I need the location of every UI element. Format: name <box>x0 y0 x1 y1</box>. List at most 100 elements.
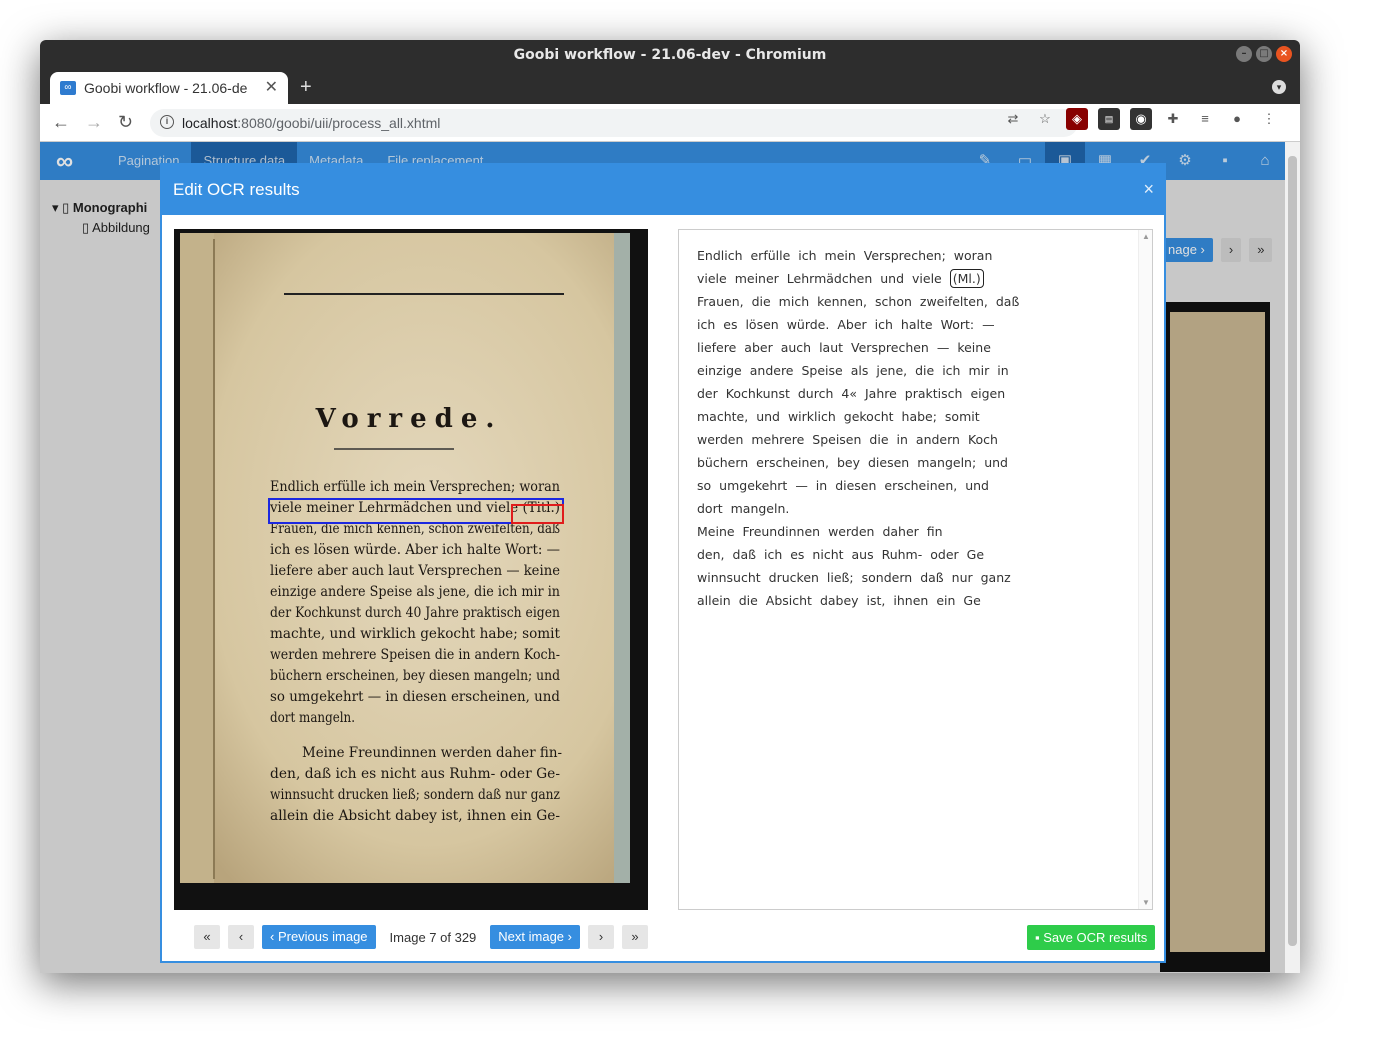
ocr-line[interactable]: der Kochkunst durch 4« Jahre praktisch e… <box>697 382 1005 405</box>
ocr-word[interactable]: somit <box>945 409 980 424</box>
ocr-word[interactable]: ich <box>764 547 782 562</box>
ocr-word[interactable]: winnsucht <box>697 570 761 585</box>
ocr-word[interactable]: viele <box>912 271 942 286</box>
ocr-word[interactable]: gekocht <box>844 409 894 424</box>
ocr-word[interactable]: drucken <box>769 570 819 585</box>
ocr-word[interactable]: halte <box>901 317 933 332</box>
ocr-word[interactable]: woran <box>954 248 993 263</box>
ocr-word[interactable]: in <box>997 363 1008 378</box>
ocr-word[interactable]: — <box>937 340 950 355</box>
window-close-icon[interactable]: × <box>1276 46 1292 62</box>
ocr-word[interactable]: andern <box>916 432 960 447</box>
scroll-up-icon[interactable]: ▲ <box>1142 232 1150 241</box>
address-bar[interactable]: i localhost:8080/goobi/uii/process_all.x… <box>150 109 1078 137</box>
ocr-word[interactable]: und <box>756 409 780 424</box>
ocr-word[interactable]: ein <box>936 593 955 608</box>
ocr-word[interactable]: nicht <box>812 547 843 562</box>
ocr-word[interactable]: ihnen <box>893 593 928 608</box>
tab-search-icon[interactable]: ▾ <box>1272 80 1286 94</box>
ocr-word[interactable]: — <box>982 317 995 332</box>
profile-avatar-icon[interactable]: ● <box>1226 108 1248 130</box>
ocr-word[interactable]: Lehrmädchen <box>787 271 872 286</box>
ocr-word[interactable]: — <box>795 478 808 493</box>
ocr-word[interactable]: jene, <box>876 363 907 378</box>
ocr-word[interactable]: so <box>697 478 711 493</box>
ocr-word[interactable]: Meine <box>697 524 735 539</box>
ocr-word[interactable]: und <box>880 271 904 286</box>
browser-tab[interactable]: ∞ Goobi workflow - 21.06-de ✕ <box>50 72 288 104</box>
new-tab-icon[interactable]: + <box>300 76 312 99</box>
ocr-word[interactable]: Speise <box>801 363 842 378</box>
ocr-line[interactable]: einzige andere Speise als jene, die ich … <box>697 359 1009 382</box>
ocr-word[interactable]: zweifelten, <box>920 294 988 309</box>
ocr-word[interactable]: 4« <box>841 386 857 401</box>
ocr-line[interactable]: Meine Freundinnen werden daher fin <box>697 520 997 543</box>
translate-icon[interactable]: ⇄ <box>1002 108 1024 130</box>
page-scroll-thumb[interactable] <box>1288 156 1297 946</box>
ocr-word[interactable]: keine <box>957 340 991 355</box>
ocr-word[interactable]: Aber <box>837 317 866 332</box>
ocr-word[interactable]: werden <box>697 432 743 447</box>
ocr-word[interactable]: wirklich <box>788 409 836 424</box>
ocr-word[interactable]: und <box>965 478 989 493</box>
ocr-word[interactable]: würde. <box>787 317 830 332</box>
ocr-line[interactable]: machte, und wirklich gekocht habe; somit <box>697 405 997 428</box>
ocr-word[interactable]: die <box>752 294 771 309</box>
ocr-word[interactable]: Freundinnen <box>743 524 821 539</box>
ocr-line[interactable]: dort mangeln. <box>697 497 997 520</box>
ocr-word[interactable]: allein <box>697 593 731 608</box>
ocr-word[interactable]: aber <box>744 340 772 355</box>
bookmark-star-icon[interactable]: ☆ <box>1034 108 1056 130</box>
ocr-word[interactable]: und <box>984 455 1008 470</box>
ocr-word[interactable]: andere <box>750 363 794 378</box>
ocr-word[interactable]: daß <box>920 570 943 585</box>
ocr-word[interactable]: Speisen <box>812 432 861 447</box>
ocr-word[interactable]: Koch <box>968 432 998 447</box>
ocr-word[interactable]: eigen <box>970 386 1005 401</box>
ocr-word[interactable]: Versprechen <box>851 340 929 355</box>
ocr-word[interactable]: kennen, <box>817 294 867 309</box>
ocr-word[interactable]: Frauen, <box>697 294 744 309</box>
ocr-word[interactable]: Ge <box>963 593 980 608</box>
ublock-icon[interactable]: ◈ <box>1066 108 1088 130</box>
ocr-word[interactable]: ich <box>798 248 816 263</box>
media-control-icon[interactable]: ≡ <box>1194 108 1216 130</box>
ocr-line[interactable]: so umgekehrt — in diesen erscheinen, und <box>697 474 997 497</box>
ocr-word[interactable]: Kochkunst <box>726 386 790 401</box>
ocr-word[interactable]: die <box>915 363 934 378</box>
ocr-line[interactable]: werden mehrere Speisen die in andern Koc… <box>697 428 998 451</box>
next-image-button[interactable]: Next image › <box>490 925 580 949</box>
ocr-word[interactable]: ich <box>942 363 960 378</box>
ocr-word[interactable]: oder <box>930 547 958 562</box>
ocr-word[interactable]: mangeln. <box>731 501 790 516</box>
ocr-word[interactable]: bey <box>837 455 860 470</box>
ocr-word[interactable]: ließ; <box>827 570 854 585</box>
eye-extension-icon[interactable]: ◉ <box>1130 108 1152 130</box>
scroll-down-icon[interactable]: ▼ <box>1142 898 1150 907</box>
ocr-word[interactable]: durch <box>798 386 834 401</box>
reload-icon[interactable]: ↻ <box>118 112 133 133</box>
ocr-word[interactable]: dort <box>697 501 723 516</box>
ocr-word[interactable]: daß <box>996 294 1019 309</box>
ocr-word[interactable]: Ruhm- <box>882 547 923 562</box>
ocr-word[interactable]: ganz <box>981 570 1011 585</box>
ocr-word[interactable]: Jahre <box>865 386 897 401</box>
ocr-word[interactable]: machte, <box>697 409 748 424</box>
ocr-word[interactable]: sondern <box>862 570 913 585</box>
ocr-word[interactable]: daher <box>882 524 918 539</box>
ocr-line[interactable]: Endlich erfülle ich mein Versprechen; wo… <box>697 244 997 267</box>
forward-icon[interactable]: → <box>85 112 103 133</box>
ocr-word[interactable]: Absicht <box>766 593 812 608</box>
ocr-line[interactable]: Frauen, die mich kennen, schon zweifelte… <box>697 290 1019 313</box>
ocr-word[interactable]: werden <box>828 524 874 539</box>
ocr-text-content[interactable]: Endlich erfülle ich mein Versprechen; wo… <box>697 244 1019 612</box>
ocr-line[interactable]: den, daß ich es nicht aus Ruhm- oder Ge <box>697 543 997 566</box>
scan-image[interactable]: Vorrede. Endlich erfülle ich mein Verspr… <box>174 229 648 910</box>
ocr-word[interactable]: praktisch <box>905 386 963 401</box>
page-scrollbar[interactable] <box>1285 142 1300 973</box>
ocr-word[interactable]: die <box>869 432 888 447</box>
ocr-word[interactable]: einzige <box>697 363 742 378</box>
first-image-button[interactable]: « <box>194 925 220 949</box>
save-ocr-button[interactable]: ▪ Save OCR results <box>1027 925 1156 950</box>
ocr-word[interactable]: mich <box>779 294 809 309</box>
